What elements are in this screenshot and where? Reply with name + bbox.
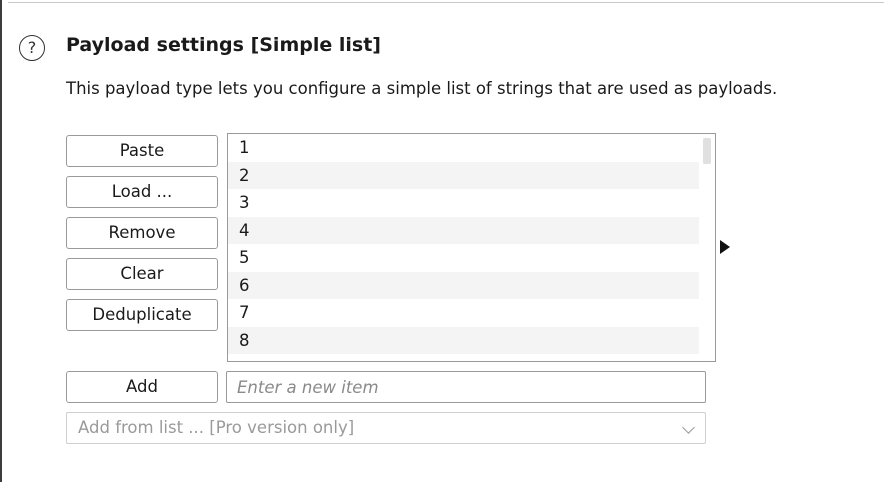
help-icon[interactable]: ? — [19, 35, 45, 61]
list-item[interactable]: 5 — [228, 244, 699, 272]
paste-button[interactable]: Paste — [66, 135, 218, 167]
caret-right-icon — [720, 240, 730, 254]
list-scrollbar-thumb[interactable] — [703, 138, 711, 164]
list-item[interactable]: 7 — [228, 299, 699, 327]
section-title: Payload settings [Simple list] — [66, 34, 381, 56]
new-item-input[interactable] — [226, 371, 706, 403]
list-item[interactable]: 1 — [228, 134, 699, 162]
add-from-list-label: Add from list ... [Pro version only] — [78, 418, 355, 437]
remove-button[interactable]: Remove — [66, 217, 218, 249]
deduplicate-button[interactable]: Deduplicate — [66, 299, 218, 331]
add-button[interactable]: Add — [66, 371, 218, 403]
add-from-list-select: Add from list ... [Pro version only] — [66, 412, 706, 444]
payload-settings-panel: ? Payload settings [Simple list] This pa… — [0, 0, 884, 482]
list-item[interactable]: 6 — [228, 271, 699, 299]
clear-button[interactable]: Clear — [66, 258, 218, 290]
list-item[interactable]: 2 — [228, 161, 699, 189]
section-description: This payload type lets you configure a s… — [66, 79, 778, 98]
chevron-down-icon — [682, 421, 695, 434]
payload-list[interactable]: 1 2 3 4 5 6 7 8 — [227, 133, 716, 362]
top-divider — [8, 2, 884, 3]
load-button[interactable]: Load ... — [66, 176, 218, 208]
list-item[interactable]: 4 — [228, 216, 699, 244]
list-item[interactable]: 3 — [228, 189, 699, 217]
list-item[interactable]: 8 — [228, 326, 699, 354]
